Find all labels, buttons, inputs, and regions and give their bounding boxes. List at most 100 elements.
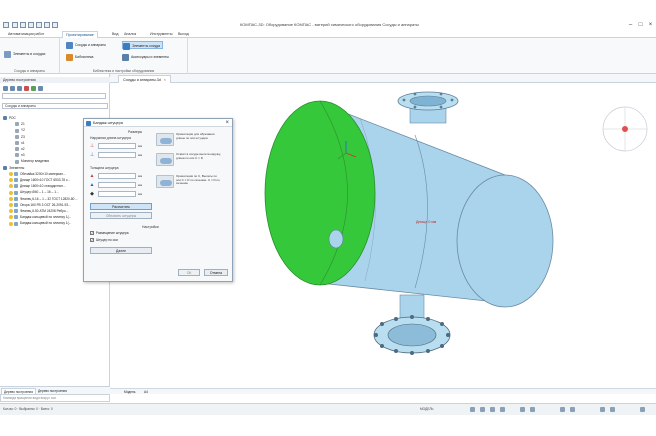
document-tab[interactable]: Сосуды и аппараты.3d × bbox=[118, 75, 171, 83]
show-icon[interactable] bbox=[31, 86, 36, 91]
sort-icon[interactable] bbox=[10, 86, 15, 91]
axis-checkbox[interactable]: ✓ Штуцер по оси bbox=[90, 238, 118, 243]
tree-item[interactable]: Фланец 6-50 ATM 24208 Ребро... bbox=[9, 209, 68, 215]
open-file-icon[interactable] bbox=[20, 22, 26, 28]
expand-icon[interactable] bbox=[17, 86, 22, 91]
document-combo[interactable]: Сосуды и аппараты bbox=[2, 103, 108, 109]
tab-model[interactable]: Модель bbox=[124, 389, 135, 395]
element-icon bbox=[14, 202, 18, 207]
print-icon[interactable] bbox=[36, 22, 42, 28]
dialog-close-icon[interactable]: × bbox=[225, 119, 229, 127]
tab-exit[interactable]: Выход bbox=[178, 31, 189, 38]
tree-item[interactable]: Штуцер Ø40 – 1 – 16 – 1... bbox=[9, 190, 59, 196]
thickness-input-1[interactable] bbox=[98, 173, 136, 179]
tree-item[interactable]: Монитор владения bbox=[15, 159, 49, 165]
shading-icon[interactable] bbox=[560, 407, 565, 412]
library-button[interactable]: Библиотека bbox=[66, 53, 93, 61]
placement-checkbox[interactable]: ✓ Размещение штуцера bbox=[90, 231, 129, 236]
tab-automation[interactable]: Автоматизация работ bbox=[8, 31, 44, 38]
tree-item[interactable]: Z3 bbox=[15, 135, 25, 141]
view-icon[interactable] bbox=[600, 407, 605, 412]
tree-item[interactable]: n1 bbox=[15, 141, 25, 147]
app-logo-icon[interactable] bbox=[3, 22, 9, 28]
tree-item[interactable]: Обечайка 3200×10 материал... bbox=[9, 172, 66, 178]
rotate-icon[interactable] bbox=[530, 407, 535, 412]
tree-search-input[interactable] bbox=[2, 93, 106, 99]
close-tab-icon[interactable]: × bbox=[164, 78, 166, 82]
save-icon[interactable] bbox=[28, 22, 34, 28]
visibility-icon[interactable] bbox=[9, 184, 13, 189]
library-icon bbox=[66, 53, 73, 61]
element-icon bbox=[15, 153, 19, 158]
wireframe-icon[interactable] bbox=[570, 407, 575, 412]
accessories-button[interactable]: Аксессуары и элементы bbox=[122, 53, 169, 61]
tree-item[interactable]: Днище 1600×10 ГОСТ 6533-78 с... bbox=[9, 178, 70, 184]
bottom-flange[interactable] bbox=[373, 294, 451, 355]
option-image-2[interactable] bbox=[156, 153, 174, 166]
visibility-icon[interactable] bbox=[9, 202, 13, 207]
folder-icon bbox=[3, 165, 7, 170]
visibility-icon[interactable] bbox=[9, 178, 13, 183]
maximize-button[interactable]: □ bbox=[636, 21, 645, 29]
undo-icon[interactable] bbox=[44, 22, 50, 28]
length-input-2[interactable] bbox=[98, 152, 136, 158]
info-icon[interactable] bbox=[640, 407, 645, 412]
visibility-icon[interactable] bbox=[9, 209, 13, 214]
tree-item[interactable]: Бандаж кольцевой по эллипсу 1(... bbox=[9, 215, 71, 221]
command-input[interactable]: Команда вращения вида вокруг оси bbox=[0, 394, 110, 402]
right-head[interactable] bbox=[456, 174, 554, 308]
tree-item[interactable]: Элементы bbox=[3, 166, 24, 172]
new-file-icon[interactable] bbox=[12, 22, 18, 28]
ortho-icon[interactable] bbox=[490, 407, 495, 412]
tree-item[interactable]: Днище 1600×10 стандартное... bbox=[9, 184, 66, 190]
visibility-icon[interactable] bbox=[9, 196, 13, 201]
tree-item[interactable]: Опора 160 FB 3 ОСТ 26-2091-93... bbox=[9, 203, 71, 209]
tree-item[interactable]: n3 bbox=[15, 153, 25, 159]
close-button[interactable]: × bbox=[646, 21, 655, 29]
next-button[interactable]: Далее bbox=[90, 247, 152, 254]
hide-icon[interactable] bbox=[24, 86, 29, 91]
calculate-button[interactable]: Рассчитать bbox=[90, 203, 152, 210]
visibility-icon[interactable] bbox=[9, 215, 13, 220]
vessels-button[interactable]: Сосуды и аппараты bbox=[66, 41, 106, 49]
pan-icon[interactable] bbox=[520, 407, 525, 412]
side-nozzle[interactable] bbox=[328, 229, 344, 249]
tab-view[interactable]: Вид bbox=[112, 31, 119, 38]
element-icon bbox=[14, 171, 18, 176]
grid-icon[interactable] bbox=[480, 407, 485, 412]
tree-item[interactable]: Z1 bbox=[15, 122, 25, 128]
top-nozzle[interactable] bbox=[397, 91, 459, 124]
tab-tools[interactable]: Инструменты bbox=[150, 31, 172, 38]
tree-item[interactable]: Фланец 6-16 – 1 – 32 ГОСТ 12820-80 ... bbox=[9, 197, 78, 203]
zoom-icon[interactable] bbox=[500, 407, 505, 412]
thickness-input-2[interactable] bbox=[98, 182, 136, 188]
update-nozzles-button[interactable]: Обновить штуцеры bbox=[90, 212, 152, 219]
tree-item[interactable]: n2 bbox=[15, 147, 25, 153]
filter-icon[interactable] bbox=[3, 86, 8, 91]
tab-analysis[interactable]: Анализ bbox=[124, 31, 136, 38]
minimize-button[interactable]: – bbox=[626, 21, 635, 29]
tab-sheet[interactable]: A4 bbox=[144, 389, 148, 395]
vessel-elements-button[interactable]: Элементы в сосудах bbox=[4, 50, 45, 58]
orientation-gizmo[interactable] bbox=[602, 106, 648, 152]
settings-icon[interactable] bbox=[38, 86, 43, 91]
thickness-input-3[interactable] bbox=[98, 191, 136, 197]
tab-design[interactable]: Проектирование bbox=[62, 31, 98, 38]
vessel-elements-lib-button[interactable]: Элементы сосуда bbox=[122, 41, 163, 50]
visibility-icon[interactable] bbox=[9, 171, 13, 176]
option-image-1[interactable] bbox=[156, 133, 174, 146]
length-input-1[interactable] bbox=[98, 143, 136, 149]
layers-icon[interactable] bbox=[610, 407, 615, 412]
option-image-3[interactable] bbox=[156, 175, 174, 188]
visibility-icon[interactable] bbox=[9, 190, 13, 195]
visibility-icon[interactable] bbox=[9, 221, 13, 226]
left-head-highlighted[interactable] bbox=[264, 100, 376, 286]
cancel-button[interactable]: Отмена bbox=[204, 269, 228, 276]
tree-item[interactable]: РОС bbox=[3, 116, 16, 122]
tree-item[interactable]: Y2 bbox=[15, 128, 25, 134]
snap-icon[interactable] bbox=[470, 407, 475, 412]
element-icon bbox=[15, 134, 19, 139]
redo-icon[interactable] bbox=[52, 22, 58, 28]
tree-item[interactable]: Бандаж кольцевой по эллипсу 1(... bbox=[9, 221, 71, 227]
ok-button[interactable]: ОК bbox=[178, 269, 200, 276]
